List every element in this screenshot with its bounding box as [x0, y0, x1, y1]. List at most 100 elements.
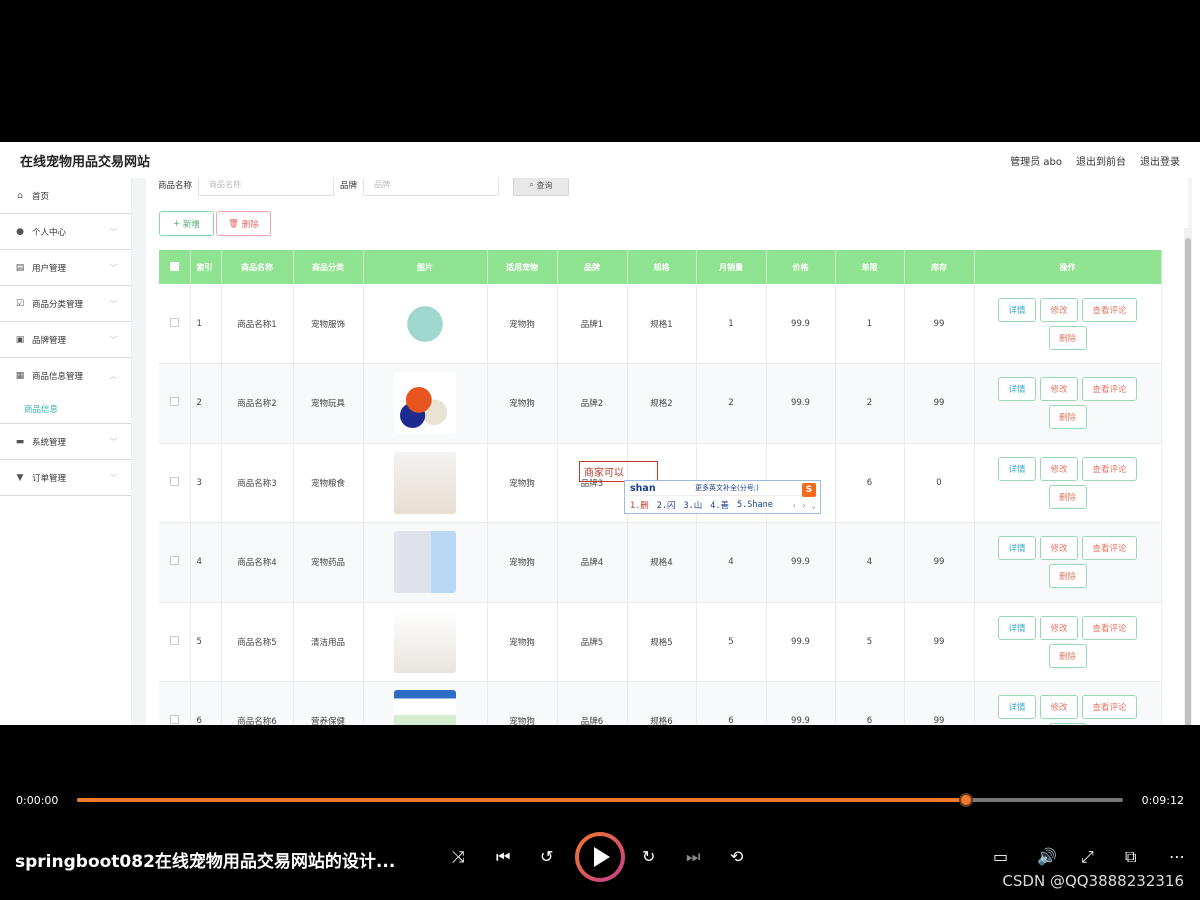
edit-button[interactable]: 修改	[1040, 536, 1078, 561]
cell-spec: 规格4	[627, 522, 697, 603]
cell-ops: 详情修改查看评论删除	[974, 522, 1162, 603]
product-thumbnail	[394, 451, 456, 514]
progress-track[interactable]	[77, 793, 1123, 807]
ime-more-hint[interactable]: 更多英文补全(分号;)	[695, 483, 759, 493]
row-checkbox[interactable]	[159, 602, 191, 682]
col-name: 商品名称	[221, 250, 294, 284]
table-row: 5 商品名称5 清洁用品 宠物狗 品牌5 规格5 5 99.9 5 99 详情 修改 查看评论 删除	[159, 602, 1162, 682]
cell-price: 99.9	[766, 681, 836, 725]
miniplayer-icon[interactable]: ⧉	[1125, 847, 1136, 867]
sidebar-item-category[interactable]: ☑ 商品分类管理 ﹀	[0, 286, 131, 322]
cell-pet: 宠物狗	[487, 522, 558, 603]
repeat-off-icon[interactable]: ⟲	[730, 847, 743, 866]
detail-button[interactable]: 详情	[998, 615, 1036, 640]
scrollbar-thumb[interactable]	[1185, 238, 1191, 725]
brand-label: 品牌	[340, 181, 358, 191]
col-limit: 单限	[835, 250, 905, 284]
view-comments-button[interactable]: 查看评论	[1082, 536, 1137, 561]
cell-price: 99.9	[766, 284, 836, 364]
more-options-icon[interactable]: ⋯	[1169, 847, 1185, 866]
ime-candidate[interactable]: 4.善	[710, 499, 729, 511]
cell-pet: 宠物狗	[487, 602, 558, 682]
sidebar-subitem-product-info[interactable]: 商品信息	[0, 394, 131, 424]
sidebar-item-home[interactable]: ⌂ 首页	[0, 178, 131, 214]
sidebar-item-profile[interactable]: ● 个人中心 ﹀	[0, 214, 131, 250]
row-checkbox[interactable]	[159, 443, 191, 523]
detail-button[interactable]: 详情	[998, 456, 1036, 481]
cell-index: 5	[190, 602, 222, 682]
row-delete-button[interactable]: 删除	[1048, 564, 1087, 589]
col-sales: 月销量	[696, 250, 767, 284]
row-delete-button[interactable]: 删除	[1048, 643, 1087, 668]
edit-button[interactable]: 修改	[1040, 695, 1078, 720]
sidebar-item-product-info[interactable]: ▦ 商品信息管理 ︿	[0, 358, 131, 394]
edit-button[interactable]: 修改	[1040, 456, 1078, 481]
row-checkbox[interactable]	[159, 284, 191, 364]
row-delete-button[interactable]: 删除	[1048, 325, 1087, 350]
cell-index: 1	[190, 284, 222, 364]
fullscreen-icon[interactable]: ⤢	[1081, 847, 1094, 867]
col-category: 商品分类	[293, 250, 364, 284]
view-comments-button[interactable]: 查看评论	[1082, 695, 1137, 720]
col-price: 价格	[766, 250, 836, 284]
subtitles-icon[interactable]: ▭	[993, 847, 1008, 866]
back-to-front-link[interactable]: 退出到前台	[1076, 153, 1126, 168]
view-comments-button[interactable]: 查看评论	[1082, 297, 1137, 322]
row-delete-button[interactable]: 删除	[1048, 405, 1087, 430]
scrollbar[interactable]	[1184, 228, 1192, 725]
cell-price: 99.9	[766, 522, 836, 603]
detail-button[interactable]: 详情	[998, 695, 1036, 720]
detail-button[interactable]: 详情	[998, 297, 1036, 322]
play-button[interactable]	[575, 832, 625, 882]
brand-search-input[interactable]: 品牌	[363, 178, 500, 196]
volume-icon[interactable]: 🔊	[1037, 847, 1057, 866]
shuffle-icon[interactable]: ⤨	[452, 847, 465, 867]
detail-button[interactable]: 详情	[998, 536, 1036, 561]
cell-stock: 99	[904, 363, 975, 444]
delete-button[interactable]: 🗑 删除	[216, 211, 271, 236]
ime-candidate[interactable]: 5.Shane	[737, 500, 773, 510]
cell-image	[363, 602, 488, 682]
logout-link[interactable]: 退出登录	[1140, 153, 1180, 168]
ime-candidate[interactable]: 3.山	[684, 499, 703, 511]
name-search-input[interactable]: 商品名称	[198, 178, 335, 196]
table-row: 4 商品名称4 宠物药品 宠物狗 品牌4 规格4 4 99.9 4 99 详情 修改 查看评论 删除	[159, 522, 1162, 603]
order-icon: ▼	[16, 472, 24, 483]
query-button[interactable]: ⌕ 查询	[513, 178, 570, 196]
cell-pet: 宠物狗	[487, 284, 558, 364]
col-spec: 规格	[627, 250, 697, 284]
edit-button[interactable]: 修改	[1040, 615, 1078, 640]
detail-button[interactable]: 详情	[998, 377, 1036, 402]
progress-knob[interactable]	[959, 793, 974, 807]
sidebar-item-orders[interactable]: ▼ 订单管理 ﹀	[0, 460, 131, 496]
sidebar-item-users[interactable]: ▤ 用户管理 ﹀	[0, 250, 131, 286]
ime-logo-icon: S	[802, 483, 816, 497]
edit-button[interactable]: 修改	[1040, 297, 1078, 322]
rewind-10-icon[interactable]: ↺	[540, 847, 553, 866]
view-comments-button[interactable]: 查看评论	[1082, 377, 1137, 402]
ime-page-arrows-icon[interactable]: ‹ › ⌄	[792, 501, 816, 510]
ime-candidate[interactable]: 2.闪	[657, 499, 676, 511]
row-checkbox[interactable]	[159, 522, 191, 603]
ime-candidate[interactable]: 1.删	[630, 499, 649, 511]
next-icon[interactable]: ⏭	[686, 847, 700, 867]
view-comments-button[interactable]: 查看评论	[1082, 456, 1137, 481]
cell-limit: 6	[835, 681, 905, 725]
row-checkbox[interactable]	[159, 363, 191, 444]
cell-image	[363, 522, 488, 603]
cell-name: 商品名称4	[221, 522, 294, 603]
search-icon: ⌕	[529, 180, 537, 189]
previous-icon[interactable]: ⏮	[496, 847, 510, 867]
sidebar-item-brand[interactable]: ▣ 品牌管理 ﹀	[0, 322, 131, 358]
forward-30-icon[interactable]: ↻	[642, 847, 655, 866]
cell-index: 3	[190, 443, 222, 523]
add-button[interactable]: + 新增	[159, 211, 214, 236]
edit-button[interactable]: 修改	[1040, 377, 1078, 402]
sidebar-item-system[interactable]: ▬ 系统管理 ﹀	[0, 424, 131, 460]
row-checkbox[interactable]	[159, 681, 191, 725]
app-window: 在线宠物用品交易网站 管理员 abo 退出到前台 退出登录 ⌂ 首页 ● 个人中心 ﹀…	[0, 142, 1200, 725]
view-comments-button[interactable]: 查看评论	[1082, 615, 1137, 640]
chevron-down-icon: ﹀	[110, 263, 117, 272]
select-all-checkbox[interactable]	[159, 250, 191, 284]
row-delete-button[interactable]: 删除	[1048, 484, 1087, 509]
